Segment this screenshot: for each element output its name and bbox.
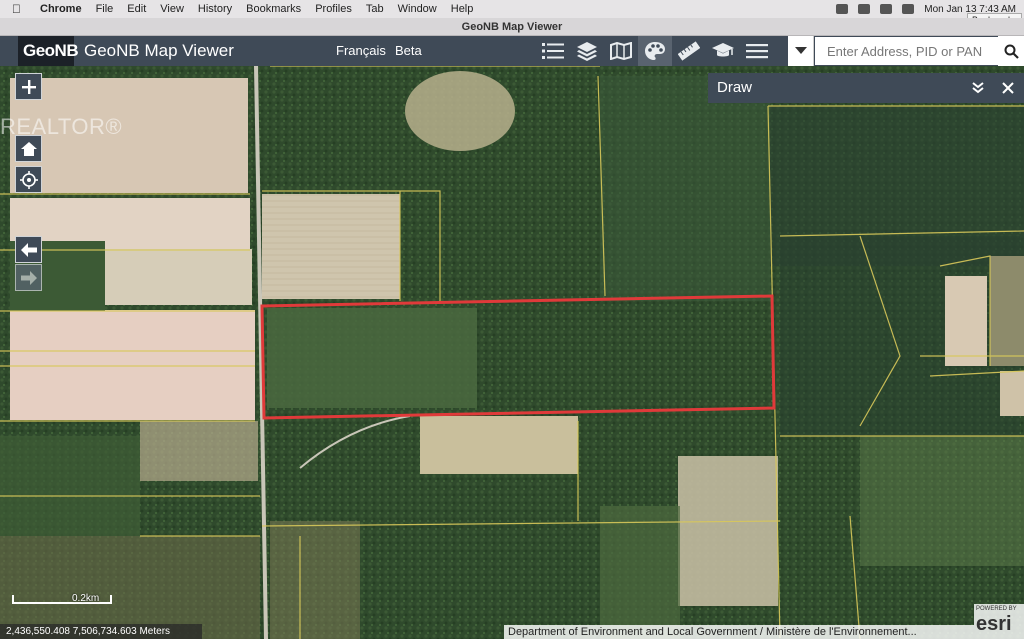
search-input[interactable] xyxy=(815,37,998,65)
home-button[interactable] xyxy=(15,135,42,162)
map-view[interactable]: REALTOR® Draw 0.2km 2,436,550.408 7,506,… xyxy=(0,66,1024,639)
forward-icon xyxy=(20,270,37,285)
search-button[interactable] xyxy=(998,36,1024,66)
menu-help[interactable]: Help xyxy=(451,3,474,15)
close-icon xyxy=(1002,82,1014,94)
close-button[interactable] xyxy=(1000,80,1016,96)
palette-icon[interactable] xyxy=(638,36,672,66)
scale-label: 0.2km xyxy=(72,593,100,604)
moon-icon[interactable] xyxy=(858,4,871,14)
menu-window[interactable]: Window xyxy=(398,3,437,15)
double-chevron-down-icon xyxy=(972,82,984,94)
app-title: GeoNB Map Viewer xyxy=(84,41,234,60)
coordinate-readout: 2,436,550.408 7,506,734.603 Meters xyxy=(0,624,202,639)
esri-wordmark: esri xyxy=(976,613,1012,635)
esri-powered-label: POWERED BY xyxy=(976,606,1017,612)
search-dropdown-button[interactable] xyxy=(788,36,814,66)
zoom-in-icon xyxy=(21,79,36,94)
draw-panel: Draw xyxy=(708,73,1024,103)
map-attribution[interactable]: Department of Environment and Local Gove… xyxy=(504,625,974,639)
menu-file[interactable]: File xyxy=(96,3,114,15)
home-icon xyxy=(20,141,37,156)
app-header: GeoNB GeoNB Map Viewer Français Beta xyxy=(0,36,1024,66)
menu-edit[interactable]: Edit xyxy=(127,3,146,15)
menu-profiles[interactable]: Profiles xyxy=(315,3,352,15)
apple-icon[interactable]:  xyxy=(12,2,26,16)
wifi-icon[interactable] xyxy=(880,4,893,14)
status-icon[interactable] xyxy=(836,4,849,14)
aerial-imagery[interactable] xyxy=(0,66,1024,639)
zoom-in-button[interactable] xyxy=(15,73,42,100)
menu-history[interactable]: History xyxy=(198,3,232,15)
basemap-icon[interactable] xyxy=(604,36,638,66)
esri-logo[interactable]: POWERED BY esri xyxy=(974,604,1024,639)
list-icon[interactable] xyxy=(536,36,570,66)
os-menubar:  Chrome File Edit View History Bookmark… xyxy=(0,0,1024,18)
draw-panel-title: Draw xyxy=(717,79,753,96)
menu-bookmarks[interactable]: Bookmarks xyxy=(246,3,301,15)
forward-button[interactable] xyxy=(15,264,42,291)
beta-link[interactable]: Beta xyxy=(395,36,422,66)
menu-icon[interactable] xyxy=(740,36,774,66)
locate-button[interactable] xyxy=(15,166,42,193)
back-button[interactable] xyxy=(15,236,42,263)
ruler-icon[interactable] xyxy=(672,36,706,66)
toolbar xyxy=(536,36,774,66)
layers-icon[interactable] xyxy=(570,36,604,66)
search-icon xyxy=(1004,44,1019,59)
menu-tab[interactable]: Tab xyxy=(366,3,384,15)
language-link[interactable]: Français xyxy=(336,36,386,66)
chevron-down-icon xyxy=(794,47,807,54)
window-title: GeoNB Map Viewer xyxy=(0,18,1024,36)
collapse-button[interactable] xyxy=(970,80,986,96)
menu-app-name[interactable]: Chrome xyxy=(40,3,82,15)
geonb-logo[interactable]: GeoNB xyxy=(18,36,79,66)
locate-icon xyxy=(19,170,38,189)
menu-view[interactable]: View xyxy=(160,3,184,15)
print-icon[interactable] xyxy=(706,36,740,66)
battery-icon[interactable] xyxy=(902,4,915,14)
back-icon xyxy=(20,242,37,257)
